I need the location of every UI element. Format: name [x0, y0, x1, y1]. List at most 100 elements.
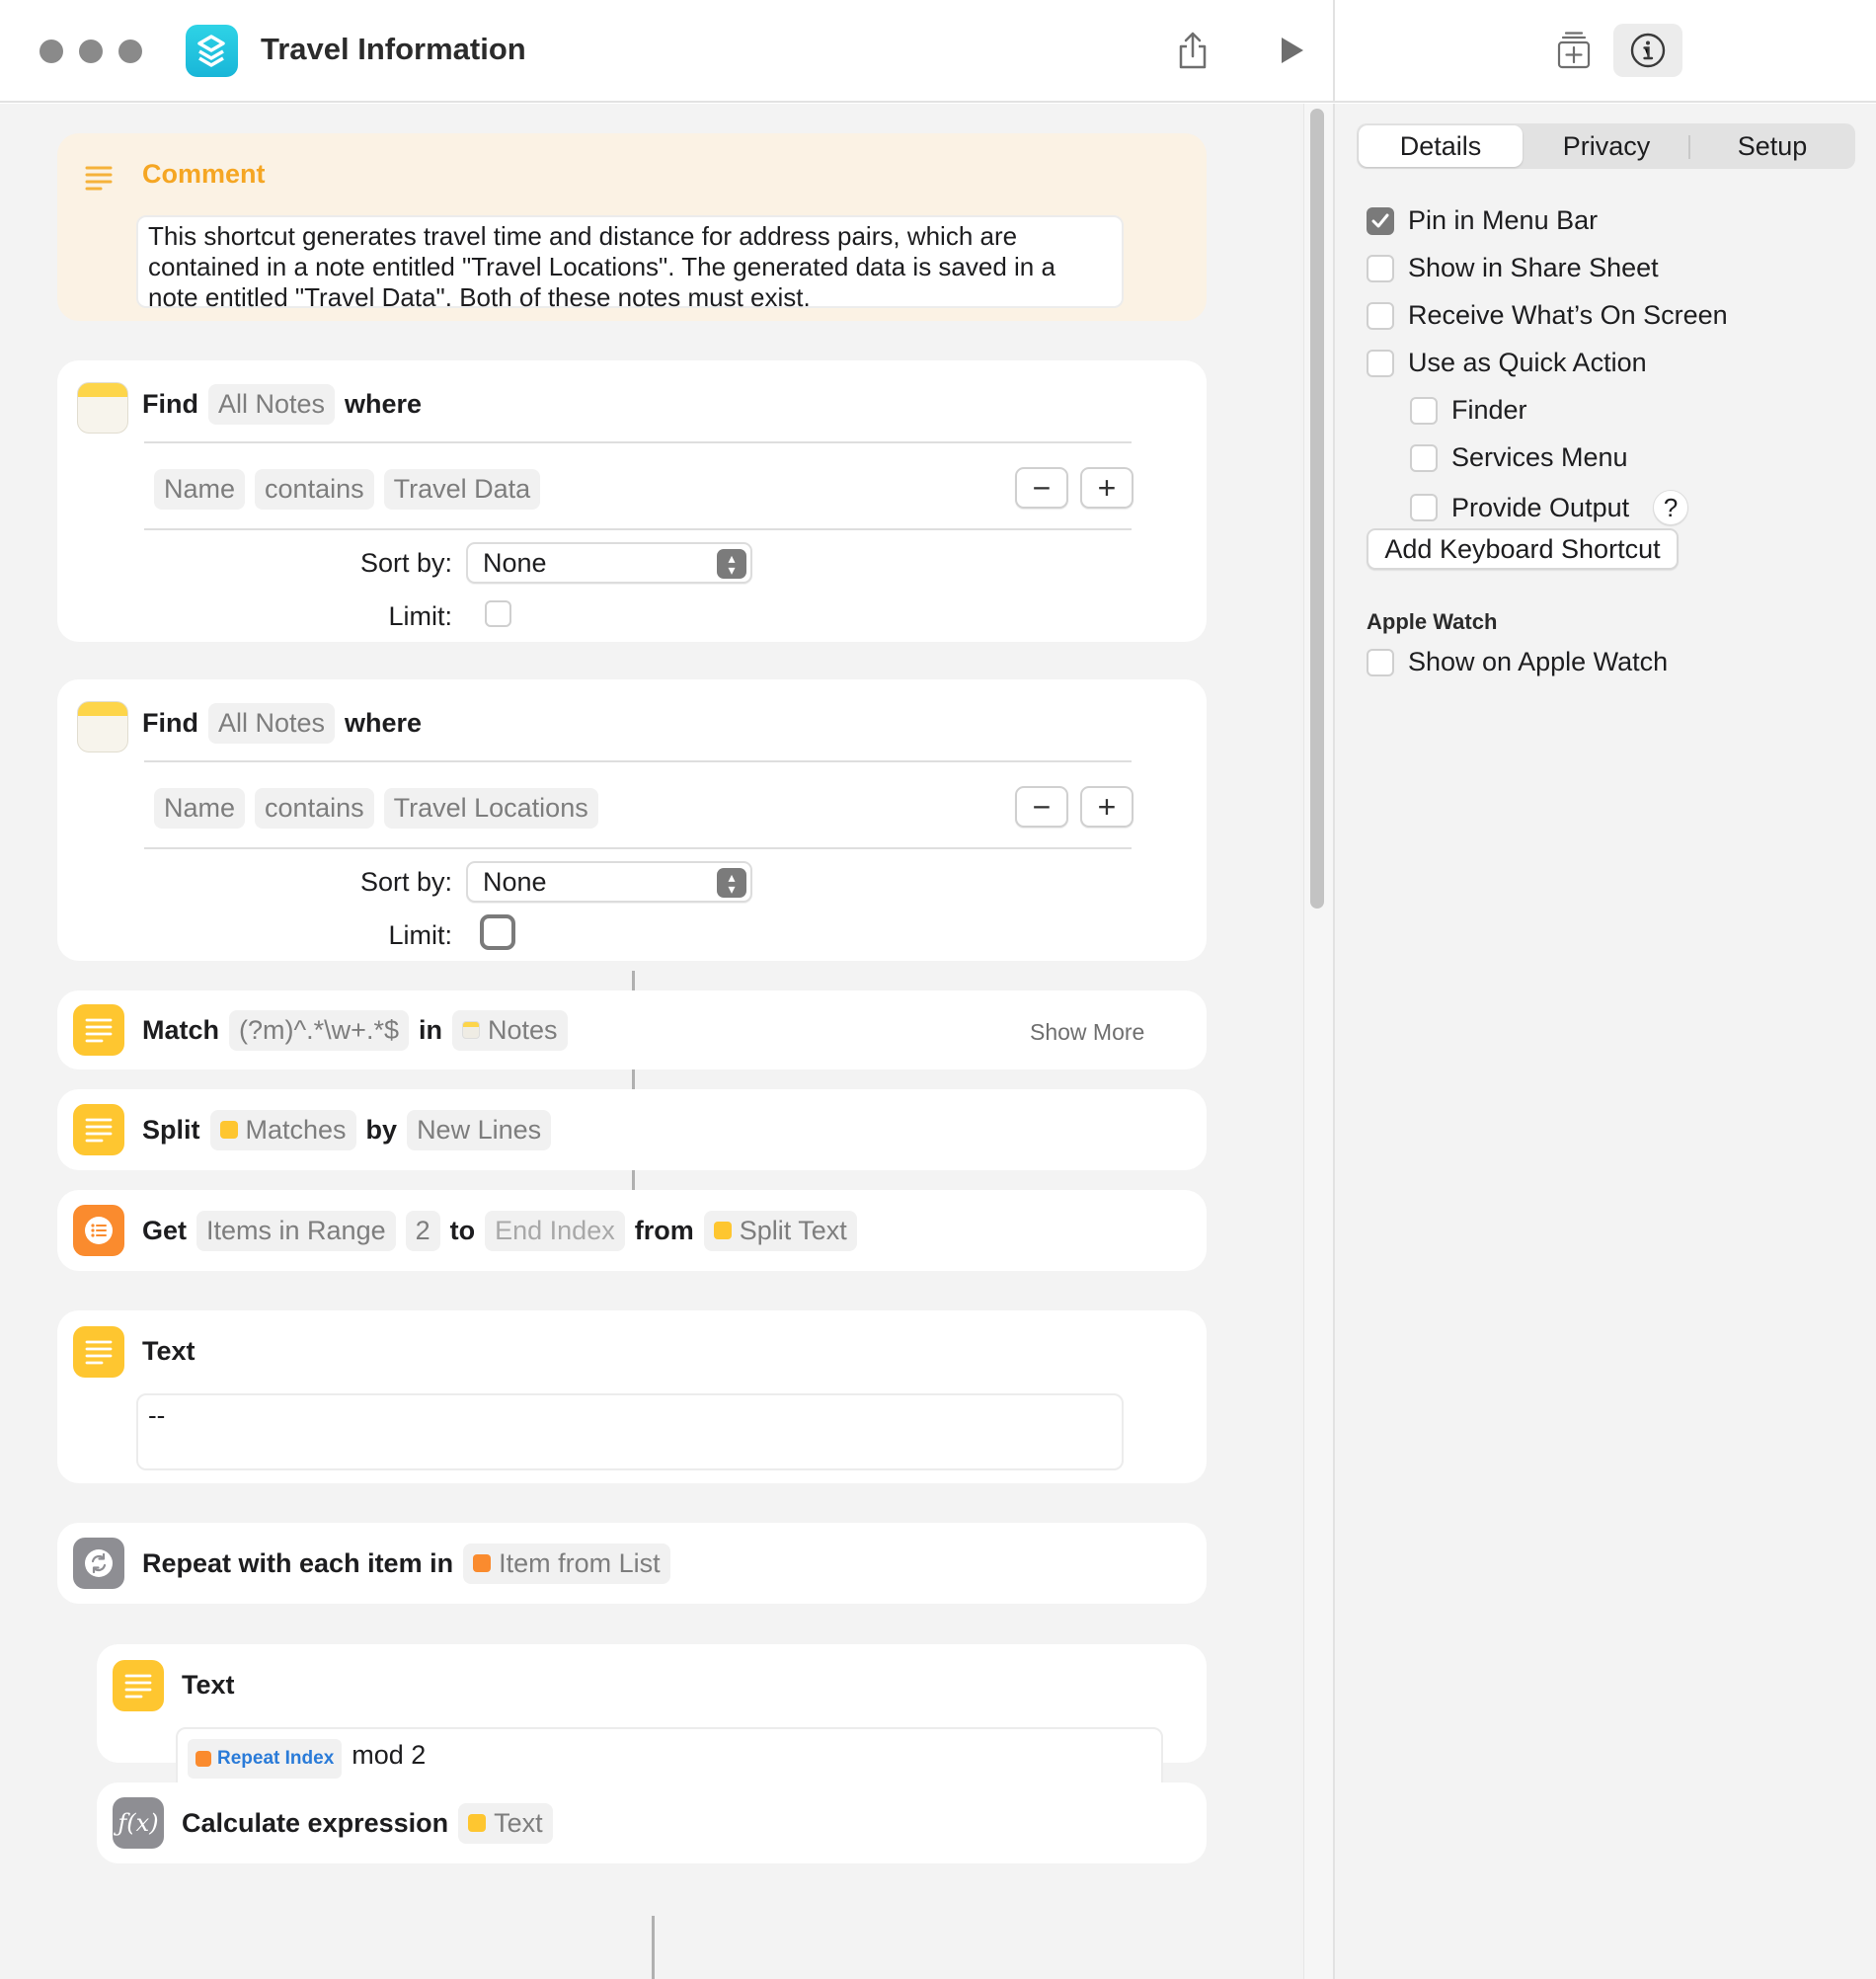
option-show-in-share-sheet[interactable]: Show in Share Sheet	[1367, 253, 1659, 283]
shortcut-editor[interactable]: Comment This shortcut generates travel t…	[0, 104, 1333, 1979]
tab-privacy[interactable]: Privacy	[1526, 125, 1686, 167]
help-icon[interactable]: ?	[1653, 490, 1689, 525]
item-from-list-variable[interactable]: Item from List	[463, 1543, 670, 1584]
end-index-parameter[interactable]: End Index	[485, 1210, 625, 1251]
comment-action[interactable]: Comment This shortcut generates travel t…	[57, 133, 1207, 321]
source-parameter[interactable]: All Notes	[207, 702, 336, 744]
limit-checkbox[interactable]	[485, 600, 511, 627]
add-keyboard-shortcut-button[interactable]: Add Keyboard Shortcut	[1367, 528, 1679, 570]
sort-by-popup[interactable]: None ▴ ▾	[466, 861, 752, 903]
to-label: to	[449, 1215, 476, 1245]
checkbox-checked[interactable]	[1367, 206, 1394, 235]
filter-operator[interactable]: contains	[255, 787, 374, 829]
checkbox[interactable]	[1410, 494, 1438, 521]
filter-value[interactable]: Travel Locations	[383, 787, 598, 829]
option-receive-whats-on-screen[interactable]: Receive What’s On Screen	[1367, 300, 1728, 331]
checkbox[interactable]	[1367, 349, 1394, 377]
remove-filter-button[interactable]: −	[1015, 467, 1068, 509]
checkbox[interactable]	[1410, 396, 1438, 425]
list-mini-icon	[473, 1554, 492, 1572]
text-content-field[interactable]: --	[136, 1393, 1124, 1470]
list-icon	[73, 1205, 124, 1256]
tab-setup[interactable]: Setup	[1692, 125, 1852, 167]
option-use-as-quick-action[interactable]: Use as Quick Action	[1367, 348, 1647, 378]
filter-operator[interactable]: contains	[255, 468, 374, 510]
divider	[144, 528, 1132, 530]
tab-separator	[1688, 135, 1690, 159]
option-show-on-apple-watch[interactable]: Show on Apple Watch	[1367, 647, 1668, 677]
action-verb: Find	[142, 388, 198, 419]
matches-variable[interactable]: Matches	[209, 1109, 356, 1150]
repeat-index-variable[interactable]: Repeat Index	[188, 1739, 343, 1779]
close-window-button[interactable]	[39, 40, 63, 63]
limit-checkbox[interactable]	[480, 914, 515, 950]
text-mini-icon	[713, 1222, 732, 1239]
option-label: Finder	[1451, 395, 1527, 425]
split-text-variable[interactable]: Split Text	[703, 1210, 857, 1251]
option-services-menu[interactable]: Services Menu	[1410, 442, 1628, 473]
apple-watch-header: Apple Watch	[1367, 609, 1498, 634]
checkbox[interactable]	[1367, 254, 1394, 282]
text-lines-icon	[73, 1004, 124, 1056]
add-filter-button[interactable]: +	[1080, 467, 1133, 509]
connector-line	[632, 971, 635, 990]
option-provide-output[interactable]: Provide Output ?	[1410, 490, 1689, 525]
shortcut-app-icon[interactable]	[186, 25, 238, 77]
repeat-label: Repeat with each item in	[142, 1547, 454, 1578]
share-icon[interactable]	[1168, 26, 1217, 75]
tab-details[interactable]: Details	[1359, 125, 1523, 167]
option-label: Show on Apple Watch	[1408, 647, 1669, 676]
action-verb: Split	[142, 1114, 200, 1145]
start-index-parameter[interactable]: 2	[405, 1210, 440, 1251]
text-variable[interactable]: Text	[458, 1802, 553, 1844]
window-title[interactable]: Travel Information	[261, 32, 526, 67]
items-in-range-parameter[interactable]: Items in Range	[196, 1210, 396, 1251]
pattern-parameter[interactable]: (?m)^.*\w+.*$	[229, 1009, 409, 1051]
comment-text-field[interactable]: This shortcut generates travel time and …	[136, 215, 1124, 312]
minimize-window-button[interactable]	[79, 40, 103, 63]
zoom-window-button[interactable]	[118, 40, 142, 63]
separator-parameter[interactable]: New Lines	[407, 1109, 552, 1150]
text-mini-icon	[219, 1121, 238, 1139]
calculate-expression-action[interactable]: ƒ(x) Calculate expression Text	[97, 1782, 1207, 1863]
option-label: Use as Quick Action	[1408, 348, 1647, 377]
source-parameter[interactable]: All Notes	[207, 383, 336, 425]
info-icon[interactable]	[1613, 24, 1682, 77]
find-notes-action[interactable]: Find All Notes where Name contains Trave…	[57, 679, 1207, 961]
play-icon[interactable]	[1267, 26, 1316, 75]
remove-filter-button[interactable]: −	[1015, 786, 1068, 828]
notes-variable[interactable]: Notes	[451, 1009, 568, 1051]
where-label: where	[345, 707, 423, 738]
text-action[interactable]: Text Repeat Index mod 2	[97, 1644, 1207, 1804]
popup-stepper-icon: ▴ ▾	[717, 868, 746, 898]
split-text-action[interactable]: Split Matches by New Lines	[57, 1089, 1207, 1170]
from-label: from	[634, 1215, 694, 1245]
text-action[interactable]: Text --	[57, 1310, 1207, 1483]
inspector-titlebar	[1333, 0, 1876, 103]
sort-by-popup[interactable]: None ▴ ▾	[466, 542, 752, 584]
option-finder[interactable]: Finder	[1410, 395, 1527, 426]
filter-field[interactable]: Name	[154, 787, 246, 829]
filter-value[interactable]: Travel Data	[383, 468, 541, 510]
match-text-action[interactable]: Match (?m)^.*\w+.*$ in Notes Show More	[57, 990, 1207, 1069]
show-more-button[interactable]: Show More	[1030, 1019, 1144, 1046]
repeat-each-action[interactable]: Repeat with each item in Item from List	[57, 1523, 1207, 1604]
divider	[144, 847, 1132, 849]
text-lines-icon	[113, 1660, 164, 1711]
connector-line	[632, 1170, 635, 1190]
add-filter-button[interactable]: +	[1080, 786, 1133, 828]
checkbox[interactable]	[1367, 301, 1394, 330]
divider	[144, 760, 1132, 762]
option-pin-in-menu-bar[interactable]: Pin in Menu Bar	[1367, 205, 1598, 236]
find-notes-action[interactable]: Find All Notes where Name contains Trave…	[57, 360, 1207, 642]
checkbox[interactable]	[1367, 648, 1394, 676]
checkbox[interactable]	[1410, 443, 1438, 472]
filter-row: Name contains Travel Data	[154, 467, 541, 511]
by-label: by	[365, 1114, 398, 1145]
get-items-action[interactable]: Get Items in Range 2 to End Index from S…	[57, 1190, 1207, 1271]
inspector-panel: Details Privacy Setup Pin in Menu Bar Sh…	[1333, 104, 1876, 1979]
option-label: Receive What’s On Screen	[1408, 300, 1728, 330]
filter-field[interactable]: Name	[154, 468, 246, 510]
scrollbar-thumb[interactable]	[1310, 109, 1324, 909]
add-to-library-icon[interactable]	[1539, 24, 1608, 77]
